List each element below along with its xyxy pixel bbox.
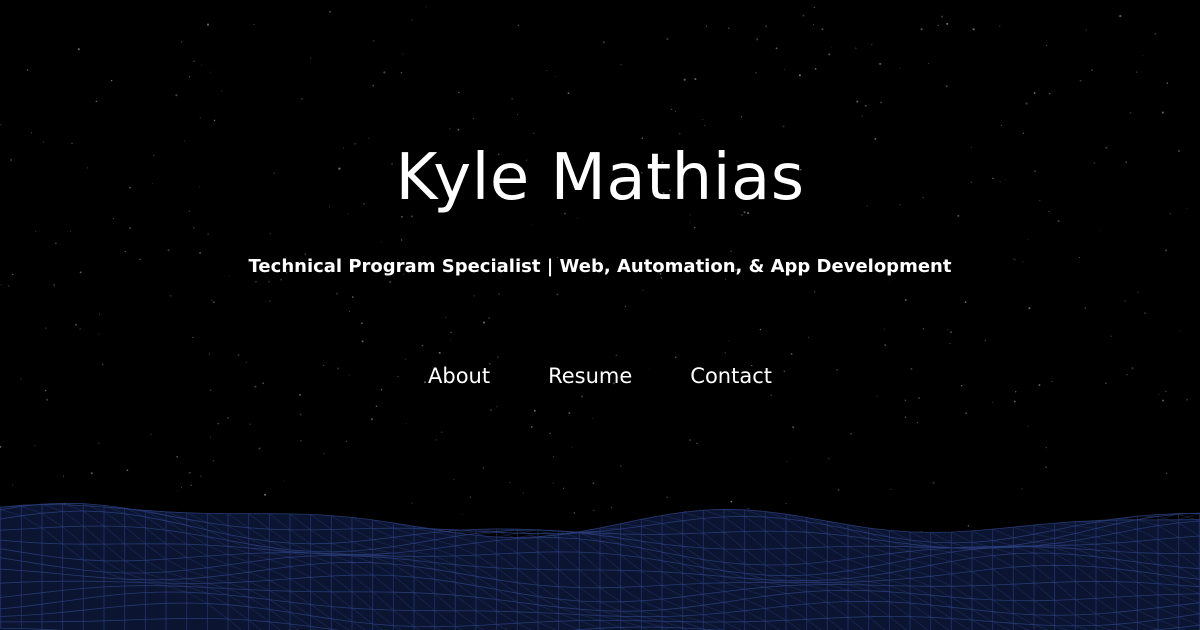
nav-link-resume[interactable]: Resume: [548, 361, 632, 391]
hero-section: Kyle Mathias Technical Program Specialis…: [0, 0, 1200, 630]
nav-link-about[interactable]: About: [428, 361, 490, 391]
main-nav: About Resume Contact: [0, 361, 1200, 391]
landing-page: Kyle Mathias Technical Program Specialis…: [0, 0, 1200, 630]
page-title: Kyle Mathias: [395, 141, 805, 215]
nav-link-contact[interactable]: Contact: [690, 361, 772, 391]
page-subtitle: Technical Program Specialist | Web, Auto…: [248, 256, 952, 277]
